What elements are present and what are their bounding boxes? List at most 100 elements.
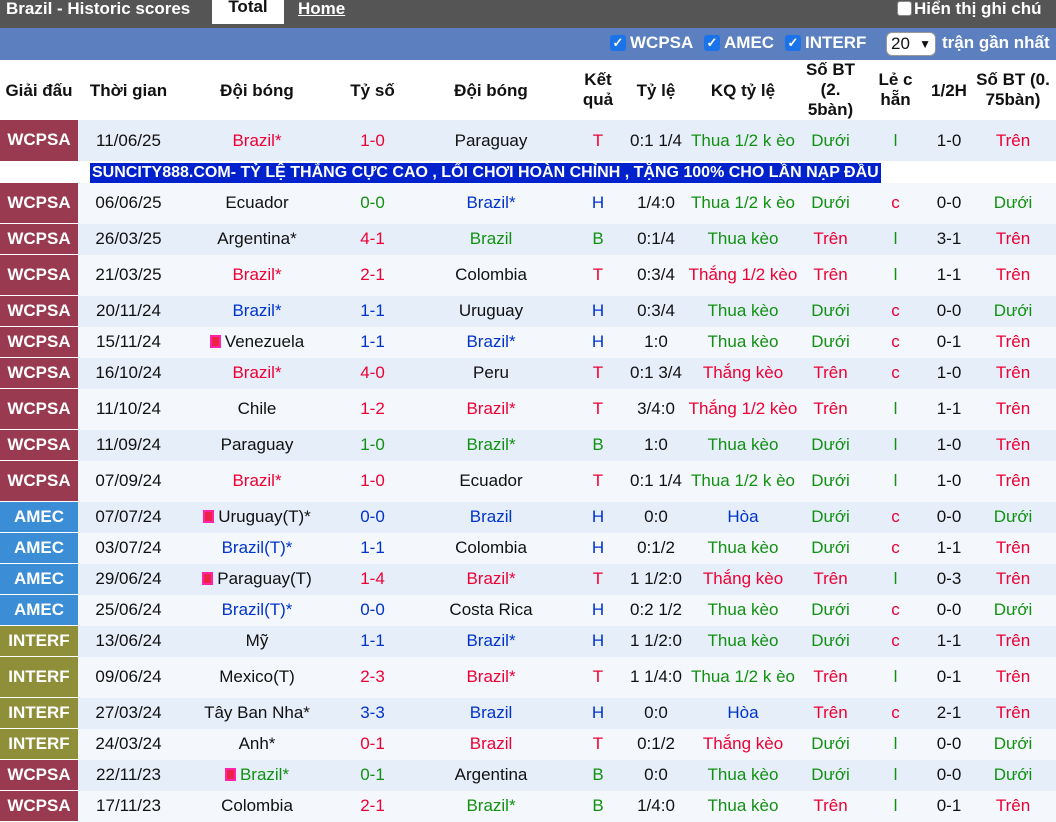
score-cell[interactable]: 1-0 <box>335 120 410 161</box>
league-cell[interactable]: INTERF <box>0 728 78 760</box>
score-cell-text[interactable]: 4-0 <box>360 363 385 382</box>
away-team-cell-text[interactable]: Brazil* <box>466 193 515 212</box>
home-team-cell[interactable]: Mỹ <box>179 625 335 657</box>
league-cell[interactable]: WCPSA <box>0 295 78 327</box>
home-team-cell[interactable]: Brazil(T)* <box>179 594 335 626</box>
league-cell[interactable]: WCPSA <box>0 182 78 224</box>
score-cell[interactable]: 0-0 <box>335 501 410 533</box>
league-cell[interactable]: WCPSA <box>0 120 78 162</box>
away-team-cell-text[interactable]: Costa Rica <box>449 600 532 619</box>
score-cell[interactable]: 1-1 <box>335 295 410 327</box>
away-team-cell[interactable]: Brazil <box>410 223 572 255</box>
league-cell[interactable]: WCPSA <box>0 223 78 255</box>
away-team-cell[interactable]: Brazil <box>410 501 572 533</box>
away-team-cell[interactable]: Colombia <box>410 532 572 564</box>
score-cell[interactable]: 0-1 <box>335 759 410 791</box>
away-team-cell-text[interactable]: Colombia <box>455 538 527 557</box>
score-cell[interactable]: 1-0 <box>335 460 410 502</box>
score-cell-text[interactable]: 1-4 <box>360 569 385 588</box>
away-team-cell[interactable]: Uruguay <box>410 295 572 327</box>
league-cell[interactable]: WCPSA <box>0 357 78 389</box>
home-team-cell-text[interactable]: Brazil* <box>240 765 289 784</box>
home-team-cell[interactable]: Colombia <box>179 790 335 822</box>
home-team-cell[interactable]: Tây Ban Nha* <box>179 697 335 729</box>
score-cell-text[interactable]: 1-1 <box>360 332 385 351</box>
away-team-cell[interactable]: Brazil* <box>410 326 572 358</box>
home-team-cell[interactable]: Argentina* <box>179 223 335 255</box>
league-cell[interactable]: WCPSA <box>0 460 78 502</box>
away-team-cell[interactable]: Colombia <box>410 254 572 296</box>
score-cell-text[interactable]: 1-0 <box>360 131 385 150</box>
home-team-cell[interactable]: Venezuela <box>179 326 335 358</box>
home-team-cell-text[interactable]: Uruguay(T)* <box>218 507 311 526</box>
league-cell[interactable]: AMEC <box>0 563 78 595</box>
away-team-cell-text[interactable]: Ecuador <box>459 471 522 490</box>
away-team-cell-text[interactable]: Brazil* <box>466 796 515 815</box>
match-count-select[interactable]: 20 ▼ <box>886 32 936 56</box>
away-team-cell-text[interactable]: Brazil <box>470 507 513 526</box>
home-team-cell-text[interactable]: Paraguay <box>221 435 294 454</box>
home-team-cell[interactable]: Anh* <box>179 728 335 760</box>
away-team-cell[interactable]: Brazil* <box>410 182 572 224</box>
ad-banner-link[interactable]: SUNCITY888.COM- TỶ LỆ THẮNG CỰC CAO , LỐ… <box>90 162 881 183</box>
home-team-cell-text[interactable]: Ecuador <box>225 193 288 212</box>
league-cell[interactable]: AMEC <box>0 532 78 564</box>
show-notes-checkbox[interactable] <box>897 1 912 16</box>
home-team-cell-text[interactable]: Chile <box>238 399 277 418</box>
away-team-cell[interactable]: Costa Rica <box>410 594 572 626</box>
away-team-cell-text[interactable]: Brazil* <box>466 399 515 418</box>
home-team-cell[interactable]: Brazil* <box>179 357 335 389</box>
home-team-cell-text[interactable]: Argentina* <box>217 229 296 248</box>
home-team-cell[interactable]: Chile <box>179 388 335 430</box>
filter-interf[interactable]: ✓ INTERF <box>785 33 866 53</box>
away-team-cell[interactable]: Peru <box>410 357 572 389</box>
score-cell-text[interactable]: 0-1 <box>360 765 385 784</box>
away-team-cell[interactable]: Brazil* <box>410 388 572 430</box>
league-cell[interactable]: WCPSA <box>0 388 78 430</box>
away-team-cell-text[interactable]: Paraguay <box>455 131 528 150</box>
league-cell[interactable]: WCPSA <box>0 429 78 461</box>
score-cell[interactable]: 0-0 <box>335 594 410 626</box>
away-team-cell-text[interactable]: Brazil <box>470 229 513 248</box>
tab-home[interactable]: Home <box>298 0 345 17</box>
score-cell-text[interactable]: 1-0 <box>360 435 385 454</box>
filter-wcpsa[interactable]: ✓ WCPSA <box>610 33 693 53</box>
home-team-cell[interactable]: Ecuador <box>179 182 335 224</box>
away-team-cell-text[interactable]: Brazil <box>470 734 513 753</box>
league-cell[interactable]: INTERF <box>0 697 78 729</box>
away-team-cell[interactable]: Brazil* <box>410 429 572 461</box>
home-team-cell-text[interactable]: Brazil* <box>232 301 281 320</box>
score-cell-text[interactable]: 0-0 <box>360 600 385 619</box>
check-icon[interactable]: ✓ <box>704 35 720 51</box>
score-cell-text[interactable]: 0-0 <box>360 193 385 212</box>
home-team-cell-text[interactable]: Colombia <box>221 796 293 815</box>
score-cell-text[interactable]: 1-0 <box>360 471 385 490</box>
league-cell[interactable]: WCPSA <box>0 759 78 791</box>
home-team-cell[interactable]: Brazil* <box>179 295 335 327</box>
away-team-cell-text[interactable]: Brazil* <box>466 667 515 686</box>
home-team-cell[interactable]: Paraguay <box>179 429 335 461</box>
away-team-cell-text[interactable]: Brazil* <box>466 332 515 351</box>
score-cell[interactable]: 1-2 <box>335 388 410 430</box>
score-cell-text[interactable]: 2-3 <box>360 667 385 686</box>
filter-amec[interactable]: ✓ AMEC <box>704 33 774 53</box>
score-cell-text[interactable]: 1-1 <box>360 538 385 557</box>
show-notes-toggle[interactable]: Hiển thị ghi chú <box>897 0 1042 17</box>
home-team-cell[interactable]: Brazil* <box>179 759 335 791</box>
tab-total[interactable]: Total <box>212 0 284 24</box>
home-team-cell[interactable]: Uruguay(T)* <box>179 501 335 533</box>
away-team-cell-text[interactable]: Brazil <box>470 703 513 722</box>
home-team-cell-text[interactable]: Brazil* <box>232 363 281 382</box>
league-cell[interactable]: INTERF <box>0 656 78 698</box>
away-team-cell[interactable]: Brazil <box>410 728 572 760</box>
home-team-cell-text[interactable]: Paraguay(T) <box>217 569 311 588</box>
score-cell-text[interactable]: 1-1 <box>360 631 385 650</box>
score-cell-text[interactable]: 2-1 <box>360 265 385 284</box>
score-cell[interactable]: 2-1 <box>335 790 410 822</box>
home-team-cell-text[interactable]: Tây Ban Nha* <box>204 703 310 722</box>
score-cell-text[interactable]: 1-2 <box>360 399 385 418</box>
home-team-cell-text[interactable]: Brazil* <box>232 471 281 490</box>
home-team-cell-text[interactable]: Brazil* <box>232 265 281 284</box>
score-cell[interactable]: 2-1 <box>335 254 410 296</box>
check-icon[interactable]: ✓ <box>785 35 801 51</box>
